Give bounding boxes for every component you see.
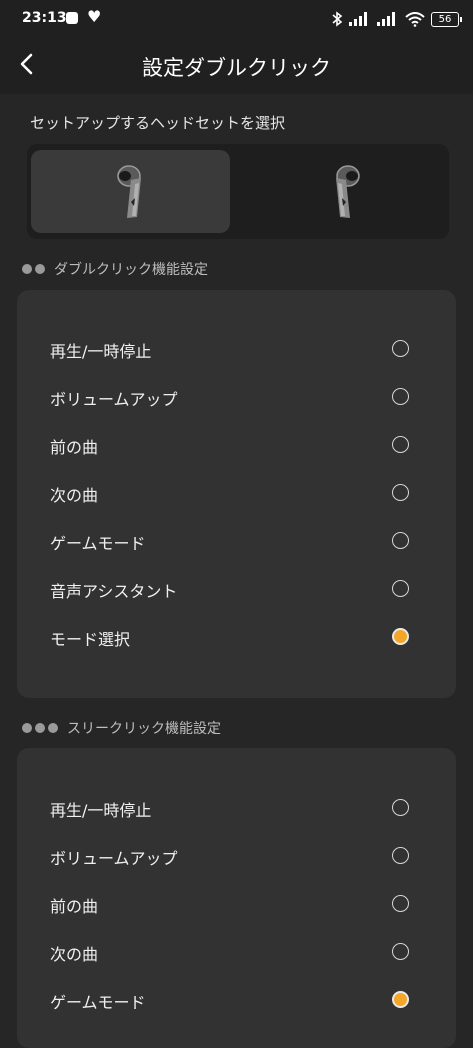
- option-row[interactable]: 次の曲: [17, 470, 456, 518]
- bluetooth-icon: [332, 11, 343, 27]
- radio-button[interactable]: [392, 847, 409, 864]
- option-row[interactable]: 音声アシスタント: [17, 566, 456, 614]
- option-label: 次の曲: [50, 486, 99, 505]
- radio-button[interactable]: [392, 484, 409, 501]
- option-row[interactable]: 再生/一時停止: [17, 326, 456, 374]
- right-earbud-option[interactable]: [246, 150, 445, 233]
- indicator-dot: [35, 723, 45, 733]
- status-icons: 56: [331, 8, 462, 30]
- option-row[interactable]: モード選択: [17, 614, 456, 662]
- triple-click-section-title: スリークリック機能設定: [22, 718, 221, 738]
- double-click-section-title: ダブルクリック機能設定: [22, 259, 208, 279]
- option-label: ボリュームアップ: [50, 390, 178, 409]
- app-header: 設定ダブルクリック: [0, 38, 473, 94]
- option-row[interactable]: ボリュームアップ: [17, 833, 456, 881]
- option-row[interactable]: 次の曲: [17, 929, 456, 977]
- option-row[interactable]: 前の曲: [17, 422, 456, 470]
- option-label: ボリュームアップ: [50, 849, 178, 868]
- indicator-dot: [35, 264, 45, 274]
- page-title: 設定ダブルクリック: [142, 56, 331, 80]
- notification-icon: [66, 12, 78, 24]
- headset-select-label: セットアップするヘッドセットを選択: [30, 114, 286, 132]
- radio-button[interactable]: [392, 340, 409, 357]
- option-label: ゲームモード: [50, 993, 146, 1012]
- radio-button[interactable]: [392, 532, 409, 549]
- option-label: 前の曲: [50, 897, 99, 916]
- earbud-selector: [27, 144, 449, 239]
- option-label: ゲームモード: [50, 534, 146, 553]
- radio-button[interactable]: [392, 799, 409, 816]
- radio-button[interactable]: [392, 943, 409, 960]
- option-row[interactable]: 前の曲: [17, 881, 456, 929]
- indicator-dot: [22, 264, 32, 274]
- radio-button-selected[interactable]: [392, 991, 409, 1008]
- indicator-dot: [22, 723, 32, 733]
- radio-button-selected[interactable]: [392, 628, 409, 645]
- radio-button[interactable]: [392, 895, 409, 912]
- signal-icon-2: [377, 12, 395, 26]
- indicator-dot: [48, 723, 58, 733]
- section-title-text: ダブルクリック機能設定: [54, 262, 208, 278]
- signal-icon: [349, 12, 367, 26]
- option-row[interactable]: ゲームモード: [17, 977, 456, 1025]
- option-label: モード選択: [50, 630, 131, 649]
- right-earbud-icon: [335, 164, 360, 218]
- wifi-icon: [405, 11, 425, 27]
- heart-icon: ♥: [87, 7, 102, 26]
- radio-button[interactable]: [392, 436, 409, 453]
- option-row[interactable]: ボリュームアップ: [17, 374, 456, 422]
- double-click-options-card: 再生/一時停止 ボリュームアップ 前の曲 次の曲 ゲームモード 音声アシスタント…: [17, 290, 456, 698]
- option-label: 次の曲: [50, 945, 99, 964]
- option-label: 再生/一時停止: [50, 342, 152, 361]
- status-bar: 23:13 ♥ 56: [0, 0, 473, 38]
- section-title-text: スリークリック機能設定: [67, 721, 221, 737]
- option-label: 前の曲: [50, 438, 99, 457]
- status-time: 23:13: [22, 10, 67, 26]
- left-earbud-icon: [116, 164, 141, 218]
- triple-click-options-card: 再生/一時停止 ボリュームアップ 前の曲 次の曲 ゲームモード: [17, 748, 456, 1048]
- option-label: 音声アシスタント: [50, 582, 178, 601]
- left-earbud-option[interactable]: [31, 150, 230, 233]
- battery-icon: 56: [431, 11, 462, 27]
- radio-button[interactable]: [392, 388, 409, 405]
- radio-button[interactable]: [392, 580, 409, 597]
- option-row[interactable]: ゲームモード: [17, 518, 456, 566]
- option-label: 再生/一時停止: [50, 801, 152, 820]
- option-row[interactable]: 再生/一時停止: [17, 785, 456, 833]
